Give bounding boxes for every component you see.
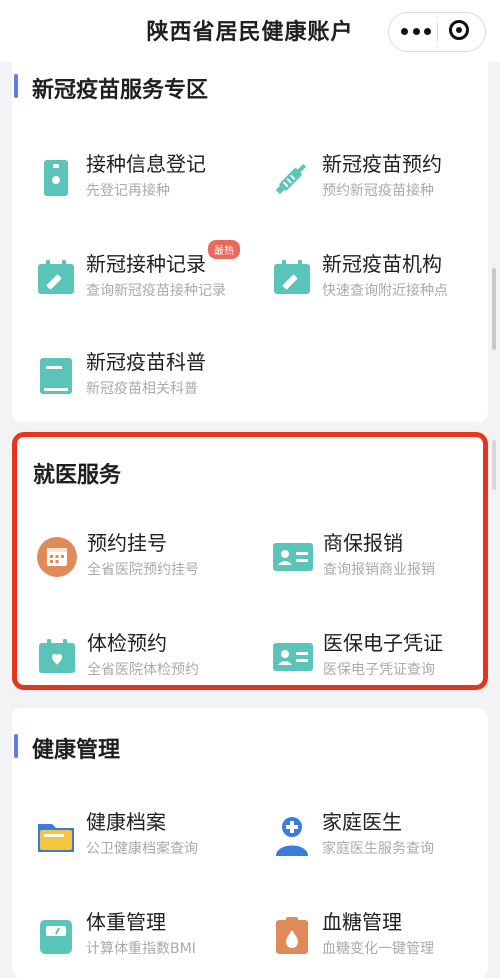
vaccine-institution-icon: [274, 260, 310, 294]
service-commercial-insurance[interactable]: 商保报销 查询报销商业报销: [253, 525, 483, 595]
service-name: 体重管理: [86, 910, 166, 934]
service-description: 查询报销商业报销: [323, 562, 435, 578]
service-description: 医保电子凭证查询: [323, 662, 435, 678]
service-blood-glucose[interactable]: 血糖管理 血糖变化一键管理: [252, 904, 482, 974]
service-name: 预约挂号: [87, 531, 167, 555]
service-description: 家庭医生服务查询: [322, 841, 434, 857]
service-description: 公卫健康档案查询: [86, 841, 198, 857]
syringe-icon: [275, 163, 307, 195]
service-family-doctor[interactable]: 家庭医生 家庭医生服务查询: [252, 804, 482, 874]
blood-glucose-icon: [276, 917, 308, 954]
service-description: 全省医院体检预约: [87, 662, 199, 678]
doctor-icon: [276, 817, 308, 856]
section-title: 新冠疫苗服务专区: [32, 78, 209, 103]
scrollbar-track: [492, 440, 496, 490]
service-description: 先登记再接种: [86, 183, 170, 199]
section-title: 健康管理: [32, 738, 121, 763]
service-description: 查询新冠疫苗接种记录: [86, 283, 226, 299]
service-name: 新冠疫苗预约: [322, 152, 442, 176]
mini-program-capsule: [388, 12, 486, 52]
service-vaccine-record[interactable]: 最热 新冠接种记录 查询新冠疫苗接种记录: [16, 240, 246, 316]
person-card-icon: [273, 643, 313, 671]
service-physical-exam[interactable]: 体检预约 全省医院体检预约: [17, 625, 247, 685]
hot-badge: 最热: [208, 240, 240, 259]
service-name: 家庭医生: [322, 810, 402, 834]
close-program-icon[interactable]: [449, 20, 469, 40]
service-description: 快速查询附近接种点: [322, 283, 448, 299]
service-name: 医保电子凭证: [323, 631, 443, 655]
service-description: 新冠疫苗相关科普: [86, 381, 198, 397]
section-accent-bar: [14, 74, 18, 98]
service-name: 体检预约: [87, 631, 167, 655]
service-weight-management[interactable]: 体重管理 计算体重指数BMI: [16, 904, 246, 974]
service-name: 新冠接种记录: [86, 252, 206, 276]
vaccine-service-card: 新冠疫苗服务专区 接种信息登记 先登记再接种 新冠疫苗预约 预约新冠疫苗接种 最…: [12, 60, 488, 422]
folder-icon: [38, 824, 74, 852]
person-card-icon: [273, 543, 313, 571]
health-management-card: 健康管理 健康档案 公卫健康档案查询 家庭医生 家庭医生服务查询 体重管理 计算…: [12, 708, 488, 978]
capsule-divider: [437, 22, 438, 42]
id-card-icon: [44, 160, 68, 196]
service-vaccine-knowledge[interactable]: 新冠疫苗科普 新冠疫苗相关科普: [16, 344, 246, 414]
section-title: 就医服务: [33, 463, 122, 488]
medical-service-card: 就医服务 预约挂号 全省医院预约挂号 商保报销 查询报销商业报销 体检预约 全省…: [12, 432, 488, 690]
vaccine-record-icon: [38, 260, 74, 294]
service-name: 健康档案: [86, 810, 166, 834]
service-name: 商保报销: [323, 531, 403, 555]
scale-icon: [40, 920, 72, 954]
book-icon: [40, 358, 72, 394]
service-health-record[interactable]: 健康档案 公卫健康档案查询: [16, 804, 246, 874]
calendar-icon: [37, 537, 77, 577]
service-appointment[interactable]: 预约挂号 全省医院预约挂号: [17, 525, 247, 595]
service-vaccine-booking[interactable]: 新冠疫苗预约 预约新冠疫苗接种: [252, 146, 482, 216]
service-description: 全省医院预约挂号: [87, 562, 199, 578]
service-name: 新冠疫苗科普: [86, 350, 206, 374]
top-navigation-bar: 陕西省居民健康账户: [0, 0, 500, 62]
service-name: 接种信息登记: [86, 152, 206, 176]
heart-calendar-icon: [39, 639, 75, 673]
service-registration[interactable]: 接种信息登记 先登记再接种: [16, 146, 246, 216]
section-accent-bar: [14, 734, 18, 758]
scrollbar[interactable]: [492, 268, 496, 350]
service-name: 新冠疫苗机构: [322, 252, 442, 276]
service-description: 血糖变化一键管理: [322, 941, 434, 957]
service-name: 血糖管理: [322, 910, 402, 934]
service-description: 预约新冠疫苗接种: [322, 183, 434, 199]
service-vaccine-institution[interactable]: 新冠疫苗机构 快速查询附近接种点: [252, 246, 482, 316]
service-medical-insurance-voucher[interactable]: 医保电子凭证 医保电子凭证查询: [253, 625, 483, 685]
more-menu-icon[interactable]: [401, 19, 431, 43]
service-description: 计算体重指数BMI: [86, 941, 196, 957]
